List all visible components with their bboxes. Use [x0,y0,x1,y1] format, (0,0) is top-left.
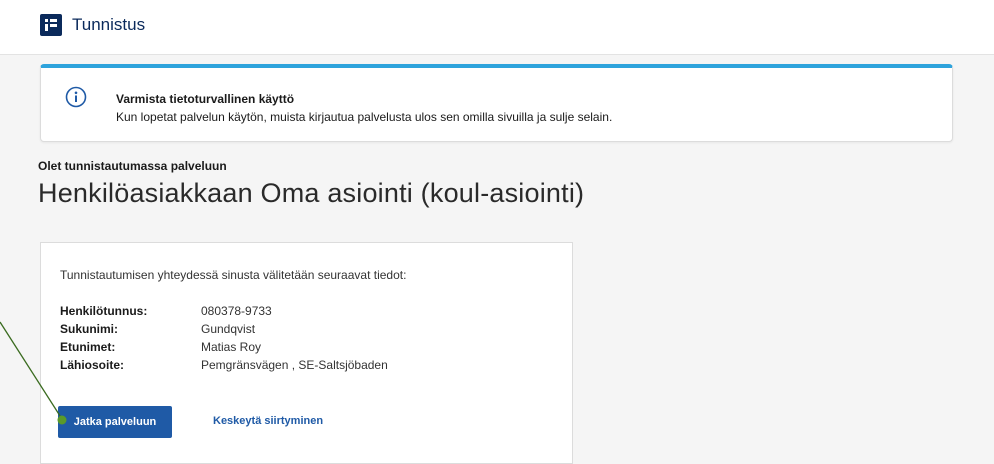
field-value: Pemgränsvägen , SE-Saltsjöbaden [201,358,388,372]
top-bar: Tunnistus [0,0,994,55]
field-label: Henkilötunnus: [60,304,148,318]
attributes-card: Tunnistautumisen yhteydessä sinusta väli… [40,242,573,464]
card-intro: Tunnistautumisen yhteydessä sinusta väli… [60,268,407,282]
tunnistus-logo-icon [40,14,62,36]
info-icon [65,86,87,108]
notice-title: Varmista tietoturvallinen käyttö [116,92,295,106]
field-label: Etunimet: [60,340,116,354]
page-title: Henkilöasiakkaan Oma asiointi (koul-asio… [38,178,585,208]
continue-button[interactable]: Jatka palveluun [58,406,172,438]
field-value: Gundqvist [201,322,256,336]
field-value: 080378-9733 [201,304,272,318]
page-subtitle: Olet tunnistautumassa palveluun [38,159,227,173]
field-value: Matias Roy [201,340,262,354]
security-notice: Varmista tietoturvallinen käyttö Kun lop… [40,64,953,142]
field-label: Lähiosoite: [60,358,125,372]
notice-text: Kun lopetat palvelun käytön, muista kirj… [116,110,613,124]
cancel-link[interactable]: Keskeytä siirtyminen [213,415,323,427]
app-title: Tunnistus [72,15,146,34]
field-label: Sukunimi: [60,322,119,336]
